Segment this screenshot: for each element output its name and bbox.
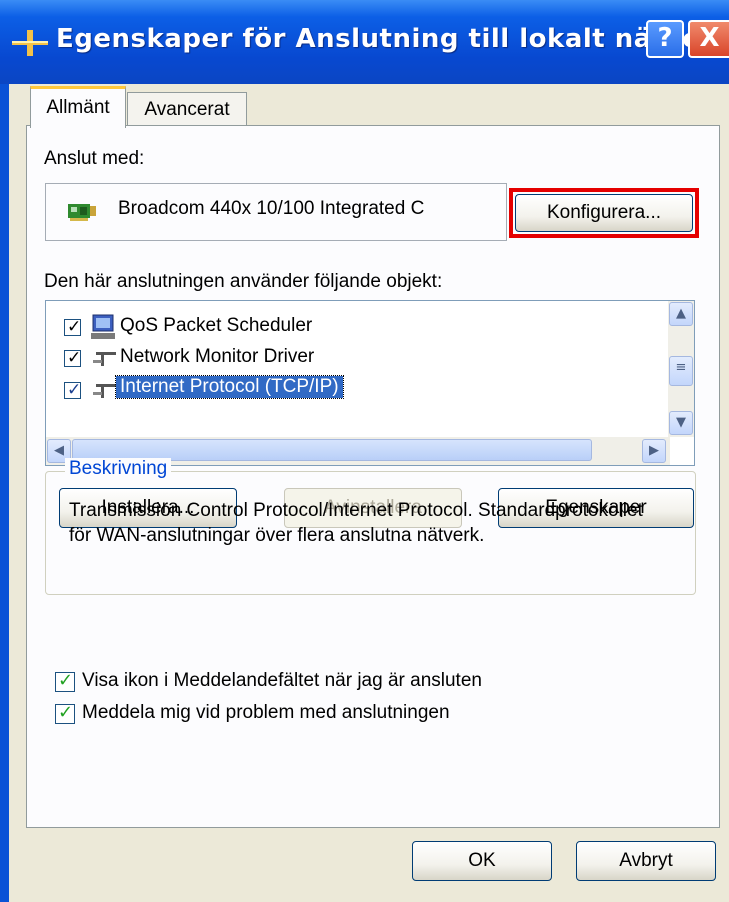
title-bar[interactable]: Egenskaper för Anslutning till lokalt nä… [0, 0, 729, 84]
notify-problems-checkbox[interactable]: ✓ [55, 702, 75, 724]
component-checkbox[interactable]: ✓ [64, 348, 81, 368]
dialog-window: Egenskaper för Anslutning till lokalt nä… [0, 0, 729, 902]
adapter-name: Broadcom 440x 10/100 Integrated C [118, 198, 425, 219]
components-label: Den här anslutningen använder följande o… [44, 271, 443, 292]
window-title: Egenskaper för Anslutning till lokalt nä… [56, 24, 729, 54]
component-label: QoS Packet Scheduler [120, 315, 313, 336]
connect-using-label: Anslut med: [44, 148, 145, 169]
adapter-field: Broadcom 440x 10/100 Integrated C [45, 183, 507, 241]
component-checkbox[interactable]: ✓ [64, 317, 81, 337]
scroll-right-icon[interactable]: ▶ [642, 439, 666, 463]
show-icon-checkbox[interactable]: ✓ [55, 670, 75, 692]
notify-problems-label: Meddela mig vid problem med anslutningen [82, 702, 450, 723]
network-adapter-icon [68, 204, 96, 221]
network-protocol-icon [93, 352, 116, 366]
show-icon-label: Visa ikon i Meddelandefältet när jag är … [82, 670, 482, 691]
scroll-up-icon[interactable]: ▲ [669, 302, 693, 326]
scheduler-icon [91, 314, 115, 339]
vertical-scrollbar[interactable]: ▲ ≡ ▼ [668, 301, 694, 437]
components-list[interactable]: ✓ QoS Packet Scheduler ✓ Network Monitor… [45, 300, 695, 466]
scroll-down-icon[interactable]: ▼ [669, 411, 693, 435]
ok-button[interactable]: OK [412, 841, 552, 881]
network-connection-icon [12, 30, 48, 56]
cancel-button[interactable]: Avbryt [576, 841, 716, 881]
close-button[interactable]: X [688, 20, 729, 58]
description-title: Beskrivning [65, 458, 172, 480]
scroll-thumb[interactable]: ≡ [669, 356, 693, 386]
network-protocol-icon [93, 384, 116, 398]
highlight-box [509, 188, 699, 238]
help-button[interactable]: ? [646, 20, 684, 58]
component-label: Network Monitor Driver [120, 346, 315, 367]
tab-avancerat[interactable]: Avancerat [127, 92, 247, 128]
tab-allmant[interactable]: Allmänt [30, 86, 126, 128]
component-checkbox[interactable]: ✓ [64, 380, 81, 400]
component-label: Internet Protocol (TCP/IP) [115, 375, 344, 399]
dialog-client-area: Allmänt Avancerat Anslut med: Broadcom 4… [9, 84, 729, 902]
description-text: Transmission Control Protocol/Internet P… [69, 500, 643, 546]
